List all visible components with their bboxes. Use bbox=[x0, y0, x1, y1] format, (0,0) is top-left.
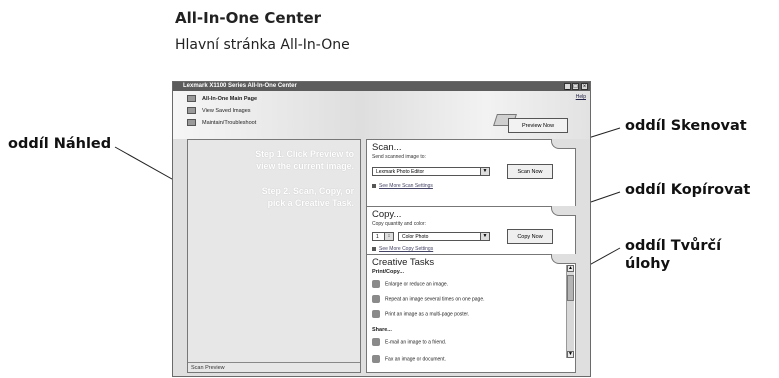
spinner-icon[interactable]: ↕ bbox=[384, 233, 393, 240]
repeat-image-icon bbox=[372, 295, 380, 303]
bullet-icon bbox=[372, 183, 376, 188]
copy-now-button[interactable]: Copy Now bbox=[507, 229, 553, 244]
task-email-label: E-mail an image to a friend. bbox=[385, 339, 447, 346]
folder-icon bbox=[187, 107, 196, 114]
preview-step1: Step 1. Click Preview to view the curren… bbox=[255, 148, 354, 172]
window-header: All-In-One Main Page View Saved Images M… bbox=[173, 91, 590, 139]
task-poster[interactable]: Print an image as a multi-page poster. bbox=[372, 310, 469, 318]
copy-settings-label: See More Copy Settings bbox=[379, 246, 434, 252]
preview-step2: Step 2. Scan, Copy, or pick a Creative T… bbox=[262, 185, 354, 209]
creative-group-print: Print/Copy... bbox=[372, 269, 404, 275]
task-fax[interactable]: Fax an image or document. bbox=[372, 355, 446, 363]
preview-pane: Step 1. Click Preview to view the curren… bbox=[187, 139, 361, 373]
nav-saved-images-label: View Saved Images bbox=[202, 107, 251, 114]
scan-settings-label: See More Scan Settings bbox=[379, 183, 433, 189]
copy-color-value: Color Photo bbox=[402, 234, 429, 240]
creative-scrollbar[interactable]: ▲ ▼ bbox=[566, 265, 574, 358]
step2-line1: Step 2. Scan, Copy, or bbox=[261, 186, 354, 196]
scan-panel: Scan... Send scanned image to: Lexmark P… bbox=[366, 139, 576, 211]
printer-icon bbox=[187, 95, 196, 102]
maximize-icon[interactable]: □ bbox=[572, 83, 579, 90]
step1-line2: view the current image. bbox=[256, 161, 354, 171]
preview-now-button[interactable]: Preview Now bbox=[508, 118, 568, 133]
scan-target-value: Lexmark Photo Editor bbox=[376, 169, 425, 175]
app-window: Lexmark X1100 Series All-In-One Center _… bbox=[172, 81, 591, 377]
scroll-thumb[interactable] bbox=[567, 275, 574, 301]
scan-title: Scan... bbox=[372, 142, 402, 153]
nav-maintain-label: Maintain/Troubleshoot bbox=[202, 119, 257, 126]
task-poster-label: Print an image as a multi-page poster. bbox=[385, 311, 470, 318]
help-link[interactable]: Help bbox=[576, 94, 586, 100]
step2-line2: pick a Creative Task. bbox=[267, 198, 354, 208]
fax-icon bbox=[372, 355, 380, 363]
creative-panel-tab bbox=[551, 254, 576, 264]
enlarge-icon bbox=[372, 280, 380, 288]
creative-title: Creative Tasks bbox=[372, 257, 435, 268]
task-enlarge[interactable]: Enlarge or reduce an image. bbox=[372, 280, 448, 288]
creative-tasks-panel: Creative Tasks Print/Copy... Enlarge or … bbox=[366, 254, 576, 373]
copy-quantity-value: 1 bbox=[376, 234, 379, 240]
scroll-down-icon[interactable]: ▼ bbox=[567, 351, 574, 358]
copy-color-select[interactable]: Color Photo ▼ bbox=[398, 232, 490, 241]
nav-main-page[interactable]: All-In-One Main Page bbox=[187, 95, 257, 102]
scan-now-button[interactable]: Scan Now bbox=[507, 164, 553, 179]
chevron-down-icon[interactable]: ▼ bbox=[480, 233, 489, 240]
bullet-icon bbox=[372, 246, 376, 251]
scroll-up-icon[interactable]: ▲ bbox=[567, 265, 574, 272]
scan-target-select[interactable]: Lexmark Photo Editor ▼ bbox=[372, 167, 490, 176]
task-repeat-label: Repeat an image several times on one pag… bbox=[385, 296, 485, 303]
scan-panel-tab bbox=[551, 139, 576, 149]
copy-subtitle: Copy quantity and color: bbox=[372, 221, 426, 227]
copy-quantity-stepper[interactable]: 1 ↕ bbox=[372, 232, 394, 241]
poster-icon bbox=[372, 310, 380, 318]
preview-label: Scan Preview bbox=[188, 362, 360, 372]
magnifier-icon bbox=[187, 119, 196, 126]
step1-line1: Step 1. Click Preview to bbox=[255, 149, 354, 159]
nav-maintain[interactable]: Maintain/Troubleshoot bbox=[187, 119, 256, 126]
scan-settings-link[interactable]: See More Scan Settings bbox=[372, 183, 433, 189]
copy-title: Copy... bbox=[372, 209, 402, 220]
window-titlebar: Lexmark X1100 Series All-In-One Center _… bbox=[173, 82, 590, 91]
copy-settings-link[interactable]: See More Copy Settings bbox=[372, 246, 433, 252]
scan-subtitle: Send scanned image to: bbox=[372, 154, 426, 160]
minimize-icon[interactable]: _ bbox=[564, 83, 571, 90]
nav-saved-images[interactable]: View Saved Images bbox=[187, 107, 251, 114]
task-email[interactable]: E-mail an image to a friend. bbox=[372, 338, 446, 346]
task-enlarge-label: Enlarge or reduce an image. bbox=[385, 281, 449, 288]
task-fax-label: Fax an image or document. bbox=[385, 356, 446, 363]
email-icon bbox=[372, 338, 380, 346]
close-icon[interactable]: × bbox=[581, 83, 588, 90]
creative-group-share: Share... bbox=[372, 327, 392, 333]
chevron-down-icon[interactable]: ▼ bbox=[480, 168, 489, 175]
copy-panel-tab bbox=[551, 206, 576, 216]
window-title: Lexmark X1100 Series All-In-One Center bbox=[183, 83, 297, 89]
task-repeat[interactable]: Repeat an image several times on one pag… bbox=[372, 295, 485, 303]
nav-main-page-label: All-In-One Main Page bbox=[202, 95, 258, 102]
